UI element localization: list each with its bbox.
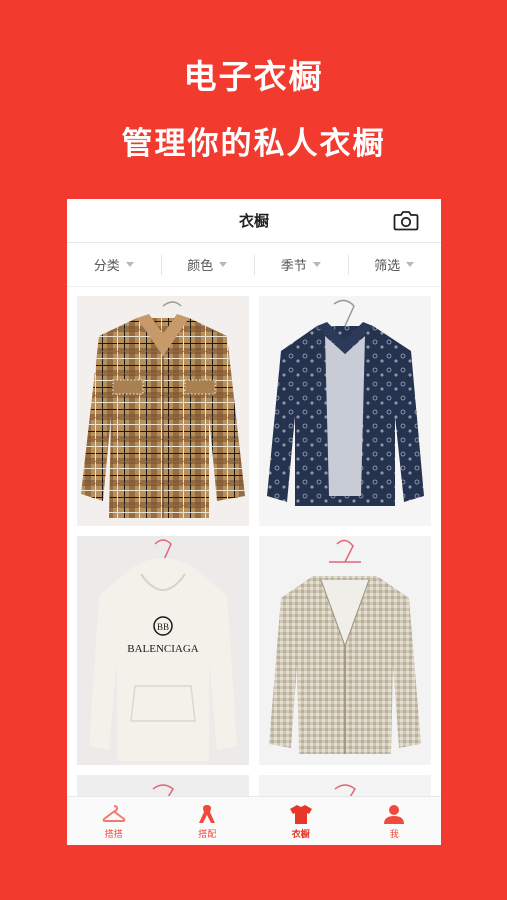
garment-card-plaid-jacket[interactable] (77, 296, 249, 526)
hoodie-print: BALENCIAGA (127, 643, 199, 655)
garment-card-hoodie[interactable]: BB BALENCIAGA (77, 536, 249, 765)
tab-label: 我 (389, 829, 399, 840)
filter-label: 筛选 (374, 259, 401, 274)
filter-season[interactable]: 季节 (254, 243, 348, 286)
garment-grid: BB BALENCIAGA (77, 296, 431, 815)
camera-icon[interactable] (393, 209, 419, 231)
nav-bar: 衣橱 (67, 199, 441, 243)
tab-label: 衣橱 (291, 829, 310, 840)
caret-down-icon (219, 262, 228, 267)
tab-bar: 搭搭 搭配 衣橱 我 (67, 796, 441, 845)
filter-bar: 分类 颜色 季节 筛选 (67, 243, 441, 287)
filter-more[interactable]: 筛选 (347, 243, 442, 286)
tab-label: 搭配 (198, 829, 217, 840)
tab-outfits[interactable]: 搭配 (161, 797, 255, 845)
hanger-icon (102, 804, 126, 822)
caret-down-icon (125, 262, 134, 267)
hoodie-photo: BB BALENCIAGA (89, 539, 237, 761)
tab-wardrobe[interactable]: 衣橱 (254, 797, 348, 845)
promo-title: 电子衣橱 (183, 57, 324, 96)
caret-down-icon (312, 262, 321, 267)
filter-label: 分类 (93, 259, 120, 274)
tab-dada[interactable]: 搭搭 (67, 797, 161, 845)
page-title: 衣橱 (238, 212, 269, 230)
filter-label: 颜色 (187, 259, 214, 274)
phone-screen: 衣橱 分类 颜色 季节 筛选 BB BALENCIAGA 搭搭 搭配 衣橱 我 (67, 199, 441, 845)
tweed-jacket-photo (269, 539, 421, 754)
tab-me[interactable]: 我 (348, 797, 442, 845)
filter-color[interactable]: 颜色 (160, 243, 255, 286)
plaid-jacket-photo (81, 301, 245, 518)
filter-label: 季节 (280, 259, 307, 274)
filter-category[interactable]: 分类 (67, 243, 161, 286)
svg-text:BB: BB (157, 622, 169, 632)
garment-card-denim-jacket[interactable] (259, 296, 431, 526)
garment-card-tweed-jacket[interactable] (259, 536, 431, 765)
user-icon (384, 804, 405, 824)
tshirt-icon (289, 804, 312, 824)
caret-down-icon (406, 262, 415, 267)
tab-label: 搭搭 (104, 829, 123, 840)
ribbon-icon (199, 804, 216, 823)
promo-subtitle: 管理你的私人衣橱 (121, 126, 386, 162)
denim-jacket-photo (267, 299, 424, 506)
